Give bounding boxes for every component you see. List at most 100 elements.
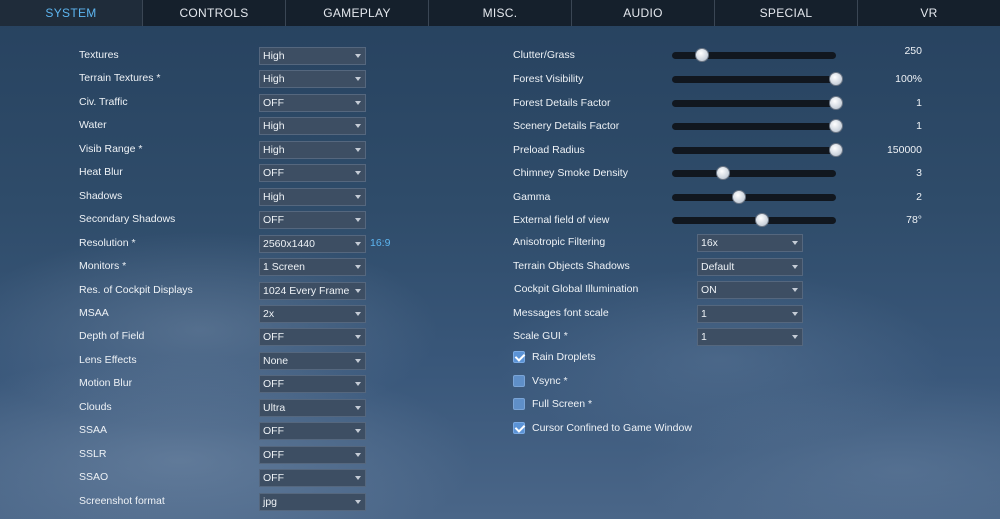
checkbox-label-full-screen[interactable]: Full Screen * bbox=[532, 398, 592, 410]
select-value: OFF bbox=[263, 448, 284, 461]
select-heat-blur[interactable]: OFF bbox=[259, 164, 366, 183]
label-scale-gui: Scale GUI * bbox=[513, 330, 568, 342]
select-resolution[interactable]: 2560x1440 bbox=[259, 234, 366, 253]
label-sslr: SSLR bbox=[79, 447, 107, 460]
tab-gameplay[interactable]: GAMEPLAY bbox=[286, 0, 429, 26]
label-water: Water bbox=[79, 119, 107, 132]
slider-forest-details-factor[interactable] bbox=[672, 96, 843, 110]
slider-scenery-details-factor[interactable] bbox=[672, 119, 843, 133]
chevron-down-icon bbox=[355, 358, 361, 363]
checkbox-label-vsync[interactable]: Vsync * bbox=[532, 375, 568, 387]
label-shadows: Shadows bbox=[79, 189, 123, 202]
select-motion-blur[interactable]: OFF bbox=[259, 375, 366, 394]
chevron-down-icon bbox=[355, 429, 361, 434]
select-messages-font-scale[interactable]: 1 bbox=[697, 304, 803, 323]
slider-handle[interactable] bbox=[829, 72, 843, 86]
select-scale-gui[interactable]: 1 bbox=[697, 328, 803, 346]
select-secondary-shadows[interactable]: OFF bbox=[259, 211, 366, 230]
label-clutter-grass: Clutter/Grass bbox=[513, 49, 575, 61]
label-res-of-cockpit-displays: Res. of Cockpit Displays bbox=[79, 283, 193, 296]
select-value: 1024 Every Frame bbox=[263, 284, 350, 297]
label-forest-details-factor: Forest Details Factor bbox=[513, 97, 611, 109]
label-heat-blur: Heat Blur bbox=[79, 166, 123, 179]
slider-handle[interactable] bbox=[829, 96, 843, 110]
select-value: OFF bbox=[263, 378, 284, 391]
select-value: High bbox=[263, 73, 285, 86]
select-terrain-objects-shadows[interactable]: Default bbox=[697, 257, 803, 276]
slider-forest-visibility[interactable] bbox=[672, 72, 843, 86]
checkbox-rain-droplets[interactable] bbox=[513, 351, 525, 363]
select-value: High bbox=[263, 50, 285, 62]
select-shadows[interactable]: High bbox=[259, 187, 366, 206]
slider-handle[interactable] bbox=[716, 166, 730, 180]
select-anisotropic-filtering[interactable]: 16x bbox=[697, 234, 803, 252]
chevron-down-icon bbox=[355, 218, 361, 223]
slider-external-field-of-view[interactable] bbox=[672, 213, 836, 227]
slider-handle[interactable] bbox=[695, 48, 709, 62]
chevron-down-icon bbox=[355, 265, 361, 270]
select-res-of-cockpit-displays[interactable]: 1024 Every Frame bbox=[259, 281, 366, 300]
select-terrain-textures[interactable]: High bbox=[259, 70, 366, 89]
slider-handle[interactable] bbox=[829, 119, 843, 133]
label-visib-range: Visib Range * bbox=[79, 142, 143, 155]
tab-vr[interactable]: VR bbox=[858, 0, 1000, 26]
slider-value-forest-details-factor: 1 bbox=[916, 97, 922, 109]
select-monitors[interactable]: 1 Screen bbox=[259, 258, 366, 277]
select-value: Ultra bbox=[263, 401, 286, 414]
select-cockpit-global-illumination[interactable]: ON bbox=[697, 281, 803, 299]
slider-value-scenery-details-factor: 1 bbox=[916, 120, 922, 132]
tab-special[interactable]: SPECIAL bbox=[715, 0, 858, 26]
select-value: 2x bbox=[263, 307, 275, 320]
chevron-down-icon bbox=[355, 171, 361, 176]
tab-bar: SYSTEM CONTROLS GAMEPLAY MISC. AUDIO SPE… bbox=[0, 0, 1000, 26]
select-value: Default bbox=[701, 260, 735, 273]
select-visib-range[interactable]: High bbox=[259, 140, 366, 159]
tab-audio[interactable]: AUDIO bbox=[572, 0, 715, 26]
select-screenshot-format[interactable]: jpg bbox=[259, 492, 366, 511]
slider-preload-radius[interactable] bbox=[672, 143, 843, 157]
chevron-down-icon bbox=[355, 311, 361, 316]
select-depth-of-field[interactable]: OFF bbox=[259, 328, 366, 347]
slider-clutter-grass[interactable] bbox=[672, 48, 836, 62]
tab-system[interactable]: SYSTEM bbox=[0, 0, 143, 26]
select-msaa[interactable]: 2x bbox=[259, 304, 366, 323]
select-value: None bbox=[263, 354, 289, 367]
label-screenshot-format: Screenshot format bbox=[79, 494, 165, 507]
select-value: jpg bbox=[263, 495, 278, 508]
chevron-down-icon bbox=[792, 288, 798, 292]
slider-handle[interactable] bbox=[732, 190, 746, 204]
slider-gamma[interactable] bbox=[672, 190, 836, 204]
select-civ-traffic[interactable]: OFF bbox=[259, 93, 366, 112]
checkbox-label-cursor-confined-to-game-window[interactable]: Cursor Confined to Game Window bbox=[532, 422, 692, 434]
select-textures[interactable]: High bbox=[259, 47, 366, 65]
checkbox-vsync[interactable] bbox=[513, 374, 525, 387]
select-ssaa[interactable]: OFF bbox=[259, 422, 366, 441]
checkbox-full-screen[interactable] bbox=[513, 398, 525, 410]
label-clouds: Clouds bbox=[79, 400, 112, 413]
select-value: ON bbox=[701, 284, 717, 296]
checkbox-label-rain-droplets[interactable]: Rain Droplets bbox=[532, 351, 596, 363]
select-water[interactable]: High bbox=[259, 117, 366, 136]
label-chimney-smoke-density: Chimney Smoke Density bbox=[513, 167, 628, 179]
tab-controls[interactable]: CONTROLS bbox=[143, 0, 286, 26]
label-terrain-textures: Terrain Textures * bbox=[79, 72, 161, 85]
checkbox-cursor-confined-to-game-window[interactable] bbox=[513, 421, 525, 434]
label-forest-visibility: Forest Visibility bbox=[513, 73, 584, 85]
aspect-ratio-label: 16:9 bbox=[370, 237, 391, 249]
select-clouds[interactable]: Ultra bbox=[259, 398, 366, 417]
chevron-down-icon bbox=[355, 241, 361, 246]
select-value: High bbox=[263, 120, 285, 133]
tab-misc[interactable]: MISC. bbox=[429, 0, 572, 26]
slider-handle[interactable] bbox=[755, 213, 769, 227]
slider-value-preload-radius: 150000 bbox=[886, 144, 922, 156]
slider-handle[interactable] bbox=[829, 143, 843, 157]
label-messages-font-scale: Messages font scale bbox=[513, 306, 609, 319]
select-sslr[interactable]: OFF bbox=[259, 445, 366, 464]
slider-value-clutter-grass: 250 bbox=[904, 45, 922, 57]
label-terrain-objects-shadows: Terrain Objects Shadows bbox=[513, 259, 630, 272]
slider-chimney-smoke-density[interactable] bbox=[672, 166, 836, 180]
chevron-down-icon bbox=[355, 382, 361, 387]
select-lens-effects[interactable]: None bbox=[259, 351, 366, 370]
select-value: High bbox=[263, 143, 285, 156]
select-ssao[interactable]: OFF bbox=[259, 469, 366, 488]
